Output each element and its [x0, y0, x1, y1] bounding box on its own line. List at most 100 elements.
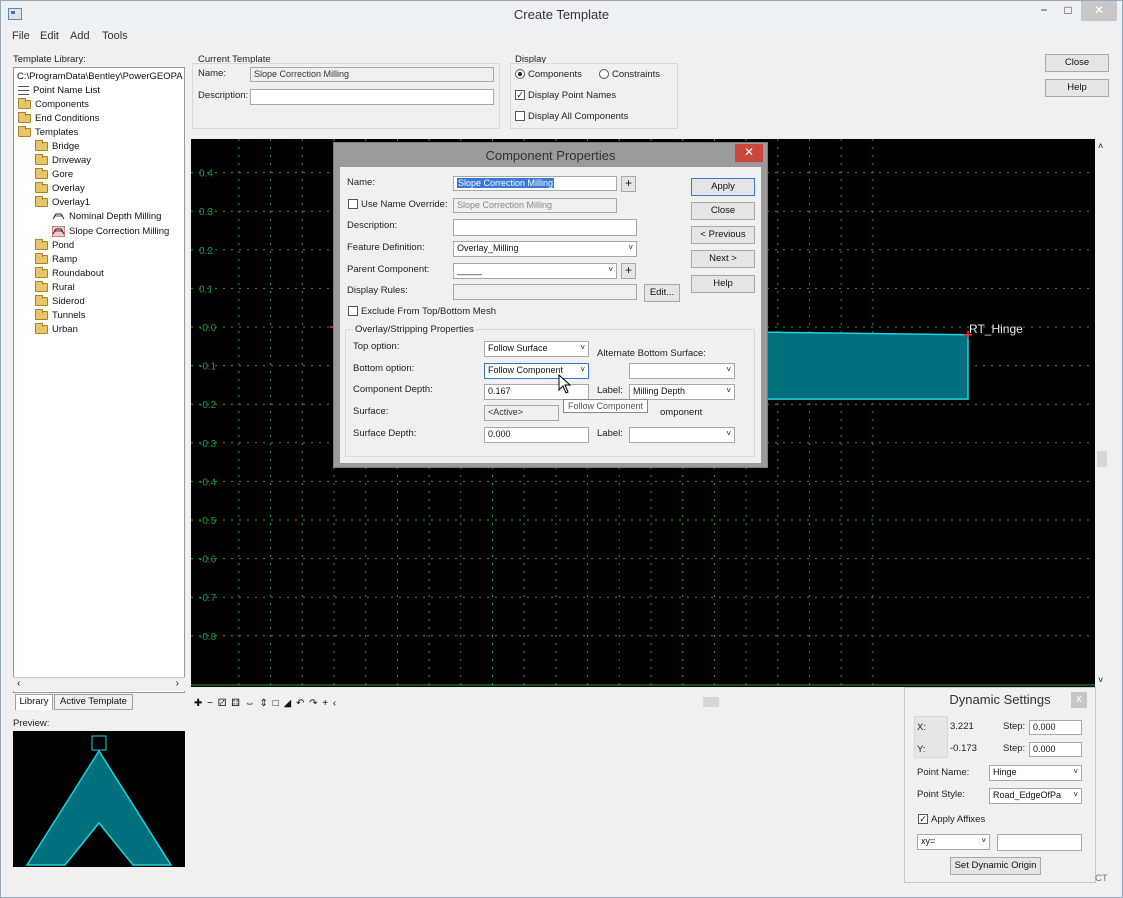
display-point-names-checkbox[interactable]: ✓ [515, 90, 525, 100]
tree-item[interactable]: Templates [18, 125, 78, 139]
scroll-left-icon[interactable]: ‹ [17, 678, 20, 689]
tree-item[interactable]: Nominal Depth Milling [52, 210, 161, 224]
tree-item[interactable]: End Conditions [18, 111, 99, 125]
tree-item-label: Templates [35, 126, 79, 138]
depth-label-select[interactable]: Milling Depth ˅ [629, 384, 735, 400]
canvas-toolbar[interactable]: ✚ − ⚂ ⚃ ⇔ ⇕ □ ◢ ↶ ↷ + ‹ [194, 698, 337, 709]
components-radio[interactable] [515, 69, 525, 79]
dialog-title: Component Properties [485, 148, 616, 163]
maximize-button[interactable]: □ [1057, 1, 1079, 21]
parent-add-button[interactable]: + [621, 263, 636, 279]
alternate-bottom-surface-select[interactable]: ˅ [629, 363, 735, 379]
apply-button[interactable]: Apply [691, 178, 755, 196]
tree-item-label: Nominal Depth Milling [69, 211, 162, 223]
close-window-button[interactable]: ✕ [1081, 1, 1117, 21]
tree-item-label: Siderod [52, 296, 85, 307]
display-rules-field[interactable] [453, 284, 637, 300]
mode-select[interactable]: xy= ˅ [917, 834, 990, 850]
dynamic-entry-field[interactable] [997, 834, 1082, 851]
tree-item[interactable]: Slope Correction Milling [51, 224, 169, 238]
point-style-select[interactable]: Road_EdgeOfPa ˅ [989, 788, 1082, 804]
chevron-down-icon: ˅ [981, 836, 986, 845]
dialog-close-icon[interactable]: ✕ [735, 144, 763, 162]
tree-item[interactable]: Ramp [35, 252, 77, 266]
tree-item[interactable]: Roundabout [35, 266, 104, 280]
component-depth-field[interactable]: 0.167 [484, 384, 589, 400]
edit-display-rules-button[interactable]: Edit... [644, 284, 680, 302]
minimize-button[interactable]: − [1033, 1, 1055, 21]
bottom-option-tooltip: Follow Component [563, 399, 649, 413]
template-name-field[interactable]: Slope Correction Milling [250, 67, 494, 82]
dialog-close-button[interactable]: Close [691, 202, 755, 220]
tree-item[interactable]: Siderod [35, 295, 85, 309]
name-override-field[interactable]: Slope Correction Milling [453, 198, 617, 213]
components-radio-label: Components [528, 69, 582, 80]
parent-component-select[interactable]: _____ ˅ [453, 263, 617, 279]
step-x-field[interactable]: 0.000 [1029, 720, 1082, 735]
constraints-radio[interactable] [599, 69, 609, 79]
menu-tools[interactable]: Tools [102, 30, 128, 42]
help-button[interactable]: Help [1045, 79, 1109, 97]
scroll-thumb[interactable] [1097, 451, 1107, 467]
scroll-down-icon[interactable]: ˅ [1098, 675, 1103, 685]
parent-component-value: _____ [457, 265, 483, 275]
template-library-tree[interactable]: C:\ProgramData\Bentley\PowerGEOPA Point … [13, 67, 185, 693]
name-add-button[interactable]: + [621, 176, 636, 192]
apply-affixes-checkbox[interactable]: ✓ [918, 814, 928, 824]
tab-active-template[interactable]: Active Template [54, 694, 133, 710]
library-path[interactable]: C:\ProgramData\Bentley\PowerGEOPA [17, 69, 183, 83]
hidden-component-label: omponent [660, 407, 703, 418]
scroll-up-icon[interactable]: ˄ [1098, 141, 1103, 151]
canvas-vertical-scrollbar[interactable]: ˄ ˅ [1095, 139, 1109, 687]
step-y-field[interactable]: 0.000 [1029, 742, 1082, 757]
chevron-down-icon: ˅ [726, 386, 731, 395]
tree-item[interactable]: Overlay1 [35, 196, 90, 210]
use-name-override-label: Use Name Override: [361, 199, 448, 210]
tree-item[interactable]: Gore [35, 168, 73, 182]
library-horizontal-scrollbar[interactable]: ‹ › [13, 677, 185, 691]
tree-item[interactable]: Pond [35, 238, 74, 252]
use-name-override-checkbox[interactable] [348, 199, 358, 209]
tree-item[interactable]: Driveway [35, 154, 91, 168]
bottom-option-select[interactable]: Follow Component ˅ [484, 363, 589, 379]
folder-icon [35, 238, 48, 250]
point-name-select[interactable]: Hinge ˅ [989, 765, 1082, 781]
tree-item[interactable]: Bridge [35, 139, 79, 153]
menu-add[interactable]: Add [70, 30, 90, 42]
tree-item[interactable]: Urban [35, 323, 78, 337]
template-description-field[interactable] [250, 89, 494, 105]
tree-item[interactable]: Tunnels [35, 309, 85, 323]
folder-icon [35, 139, 48, 151]
tree-item[interactable]: Overlay [35, 182, 85, 196]
component-description-field[interactable] [453, 219, 637, 236]
surface-select[interactable]: <Active> [484, 405, 559, 421]
previous-button[interactable]: < Previous [691, 226, 755, 244]
y-tick-label: -0.4 [199, 477, 217, 488]
surface-depth-label-select[interactable]: ˅ [629, 427, 735, 443]
dynamic-settings-close-icon[interactable]: x [1071, 692, 1087, 708]
tree-item[interactable]: Point Name List [18, 83, 100, 97]
set-dynamic-origin-button[interactable]: Set Dynamic Origin [950, 857, 1041, 875]
tree-item-label: Driveway [52, 155, 92, 166]
component-name-field[interactable]: Slope Correction Milling [453, 176, 617, 191]
exclude-mesh-checkbox[interactable] [348, 306, 358, 316]
close-button[interactable]: Close [1045, 54, 1109, 72]
tree-item[interactable]: Rural [35, 280, 75, 294]
tree-item[interactable]: Components [18, 97, 89, 111]
menu-edit[interactable]: Edit [40, 30, 59, 42]
dialog-help-button[interactable]: Help [691, 275, 755, 293]
top-option-select[interactable]: Follow Surface ˅ [484, 341, 589, 357]
folder-icon [35, 280, 48, 292]
h-scroll-thumb[interactable] [703, 697, 719, 707]
menu-file[interactable]: File [12, 30, 30, 42]
y-tick-label: -0.6 [199, 555, 217, 566]
surface-depth-label: Surface Depth: [353, 428, 417, 439]
next-button[interactable]: Next > [691, 250, 755, 268]
display-all-components-checkbox[interactable] [515, 111, 525, 121]
surface-depth-field[interactable]: 0.000 [484, 427, 589, 443]
feature-definition-select[interactable]: Overlay_Milling ˅ [453, 241, 637, 257]
point-name-label: Point Name: [917, 767, 970, 778]
x-tick-label: -7 [425, 686, 434, 687]
tab-library[interactable]: Library [15, 694, 53, 710]
scroll-right-icon[interactable]: › [176, 678, 179, 689]
